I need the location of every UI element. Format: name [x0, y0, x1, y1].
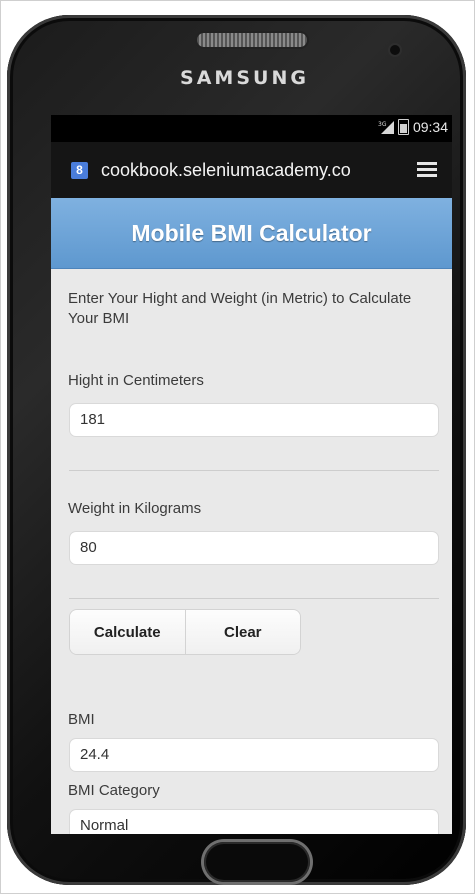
battery-icon	[397, 119, 409, 135]
screenshot-stage: SAMSUNG 3G 09:34 8 cookbook.seleniumacad	[0, 0, 475, 894]
speaker-grille	[197, 33, 307, 47]
page-title: Mobile BMI Calculator	[131, 219, 372, 246]
bmi-form: Enter Your Hight and Weight (in Metric) …	[51, 269, 452, 834]
action-button-group: Calculate Clear	[69, 609, 301, 655]
home-button[interactable]	[204, 842, 310, 882]
front-camera-icon	[390, 45, 400, 55]
bmi-output[interactable]: 24.4	[69, 738, 439, 772]
bmi-label: BMI	[68, 711, 95, 728]
browser-menu-icon[interactable]	[417, 162, 437, 178]
calculate-button[interactable]: Calculate	[70, 610, 185, 654]
status-bar: 3G 09:34	[51, 115, 452, 142]
phone-screen: 3G 09:34 8 cookbook.seleniumacademy.co M…	[51, 115, 452, 834]
clear-button[interactable]: Clear	[184, 610, 300, 654]
height-label: Hight in Centimeters	[68, 372, 204, 389]
weight-label: Weight in Kilograms	[68, 500, 202, 517]
height-input[interactable]: 181	[69, 403, 439, 437]
divider-1	[69, 470, 439, 471]
phone-device: SAMSUNG 3G 09:34 8 cookbook.seleniumacad	[7, 15, 466, 885]
google-favicon-icon: 8	[71, 161, 88, 179]
intro-text: Enter Your Hight and Weight (in Metric) …	[68, 290, 412, 327]
url-text[interactable]: cookbook.seleniumacademy.co	[101, 160, 391, 181]
bmi-category-label: BMI Category	[68, 782, 160, 799]
weight-input[interactable]: 80	[69, 531, 439, 565]
browser-url-bar[interactable]: 8 cookbook.seleniumacademy.co	[51, 142, 452, 198]
app-header: Mobile BMI Calculator	[51, 198, 452, 269]
bmi-category-output[interactable]: Normal	[69, 809, 439, 834]
network-type-text: 3G	[378, 121, 387, 128]
signal-icon: 3G	[378, 120, 394, 134]
clock-text: 09:34	[412, 119, 448, 135]
divider-2	[69, 598, 439, 599]
phone-brand-label: SAMSUNG	[180, 67, 309, 89]
status-icons: 3G 09:34	[378, 119, 448, 135]
